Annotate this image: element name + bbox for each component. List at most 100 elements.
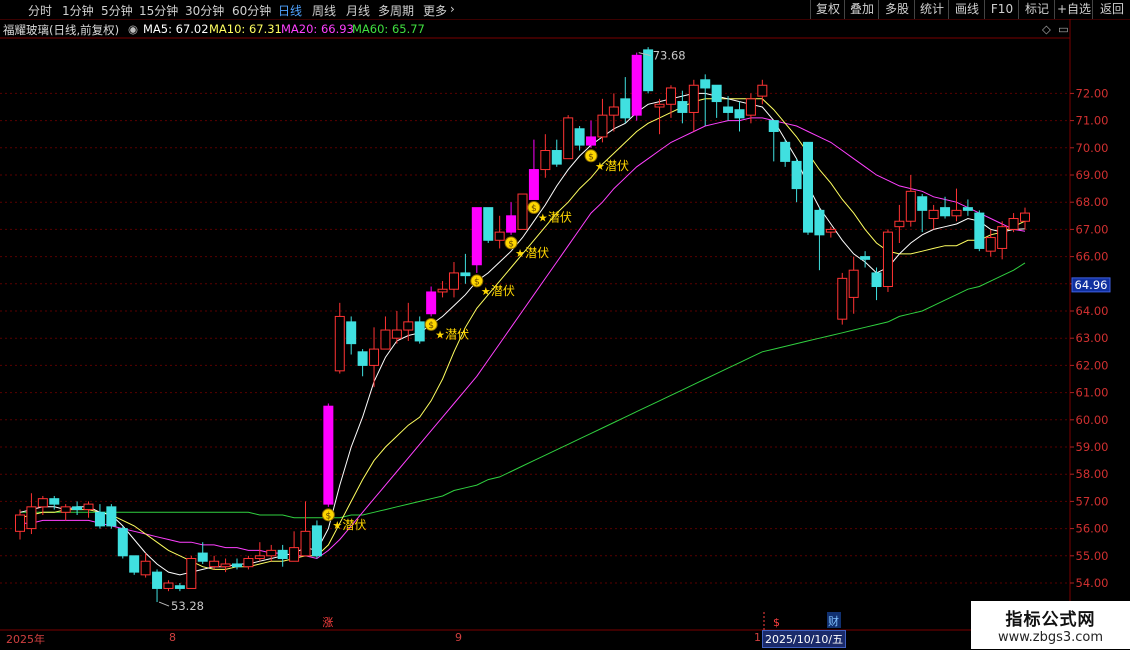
ma10-line <box>19 98 1026 570</box>
price-tick-label: 54.00 <box>1076 576 1109 590</box>
candle-body <box>608 106 619 116</box>
price-tick-label: 64.00 <box>1076 304 1109 318</box>
candle-body <box>540 150 551 171</box>
money-bag-glyph: $ <box>508 239 514 249</box>
candle-body <box>711 84 722 103</box>
candle-body <box>357 351 368 366</box>
signal-label: 潜伏 <box>342 518 366 532</box>
candle-body <box>437 288 448 293</box>
price-tick-label: 67.00 <box>1076 222 1109 236</box>
signal-star-icon: ★ <box>435 328 445 341</box>
money-bag-glyph: $ <box>531 204 537 214</box>
signal-label: 潜伏 <box>491 284 515 298</box>
candle-body <box>83 503 94 511</box>
candle-body <box>871 272 882 288</box>
price-tick-label: 57.00 <box>1076 494 1109 508</box>
candle-body <box>494 231 505 241</box>
ma60-line <box>20 262 1026 519</box>
signal-label: 潜伏 <box>525 246 549 260</box>
price-tick-label: 69.00 <box>1076 168 1109 182</box>
watermark-title: 指标公式网 <box>1005 610 1096 630</box>
watermark-url: www.zbgs3.com <box>997 630 1104 645</box>
cursor-date: 2025/10/10/五 <box>762 630 847 648</box>
candle-body <box>186 558 197 589</box>
price-tick-label: 59.00 <box>1076 440 1109 454</box>
price-tick-label: 66.00 <box>1076 250 1109 264</box>
cai-marker: 财 <box>828 614 839 628</box>
candle-body <box>997 226 1008 249</box>
money-bag-glyph: $ <box>588 152 594 162</box>
candle-body <box>597 114 608 138</box>
candle-body <box>665 87 676 105</box>
candle-body <box>483 207 494 241</box>
candle-body <box>49 498 60 505</box>
candle-body <box>654 103 665 108</box>
candle-body <box>117 528 128 557</box>
candle-body <box>837 277 848 320</box>
date-label-year: 2025年 <box>6 633 45 646</box>
candle-body <box>448 272 459 290</box>
candle-body <box>825 228 836 233</box>
candle-body <box>528 169 539 200</box>
kline-chart[interactable]: 72.0071.0070.0069.0068.0067.0066.0065.00… <box>0 0 1130 650</box>
candle-body <box>152 571 163 589</box>
candle-body <box>323 405 334 505</box>
candle-body <box>300 530 311 557</box>
price-tick-label: 55.00 <box>1076 549 1109 563</box>
candle-body <box>391 329 402 339</box>
candle-body <box>231 563 242 568</box>
zhang-marker: 涨 <box>322 616 333 629</box>
candle-body <box>757 84 768 97</box>
date-label-oct: 1 <box>754 631 761 644</box>
date-label-sep: 9 <box>455 631 462 644</box>
candle-body <box>700 79 711 89</box>
dollar-marker: $ <box>773 616 780 629</box>
candle-body <box>791 160 802 190</box>
candle-body <box>677 101 688 113</box>
candle-body <box>311 525 322 557</box>
signal-star-icon: ★ <box>332 519 342 532</box>
price-tick-label: 71.00 <box>1076 114 1109 128</box>
candle-body <box>209 560 220 568</box>
candle-body <box>277 549 288 560</box>
price-tick-label: 72.00 <box>1076 86 1109 100</box>
candle-body <box>220 563 231 568</box>
candle-body <box>380 329 391 350</box>
candle-body <box>940 207 951 217</box>
candle-body <box>140 560 151 576</box>
candle-body <box>517 193 528 230</box>
candle-body <box>346 321 357 345</box>
candle-body <box>768 120 779 132</box>
candle-body <box>620 98 631 119</box>
candle-body <box>197 552 208 562</box>
price-tick-label: 60.00 <box>1076 413 1109 427</box>
candle-body <box>1008 218 1019 230</box>
date-axis: 2025年 8 9 1 2025/10/10/五 <box>0 630 1130 650</box>
signal-label: 潜伏 <box>445 327 469 341</box>
candle-body <box>369 348 380 366</box>
candle-body <box>574 128 585 146</box>
current-price-label: 64.96 <box>1075 278 1108 292</box>
signal-star-icon: ★ <box>595 160 605 173</box>
signal-star-icon: ★ <box>515 247 525 260</box>
candle-body <box>266 549 277 557</box>
candle-body <box>803 141 814 233</box>
candle-body <box>106 506 117 527</box>
candle-body <box>734 109 745 119</box>
candle-body <box>471 207 482 266</box>
candle-body <box>506 215 517 233</box>
candle-body <box>403 321 414 331</box>
low-price-label: 53.28 <box>171 599 204 613</box>
candle-body <box>917 196 928 211</box>
candle-body <box>951 209 962 217</box>
candle-body <box>586 136 597 146</box>
candle-body <box>426 291 437 315</box>
ma5-line <box>19 92 1026 576</box>
candle-body <box>289 547 300 562</box>
signal-star-icon: ★ <box>481 285 491 298</box>
candle-body <box>814 209 825 236</box>
candle-body <box>60 506 71 513</box>
signal-label: 潜伏 <box>605 159 629 173</box>
candle-body <box>745 98 756 116</box>
candle-body <box>174 585 185 589</box>
